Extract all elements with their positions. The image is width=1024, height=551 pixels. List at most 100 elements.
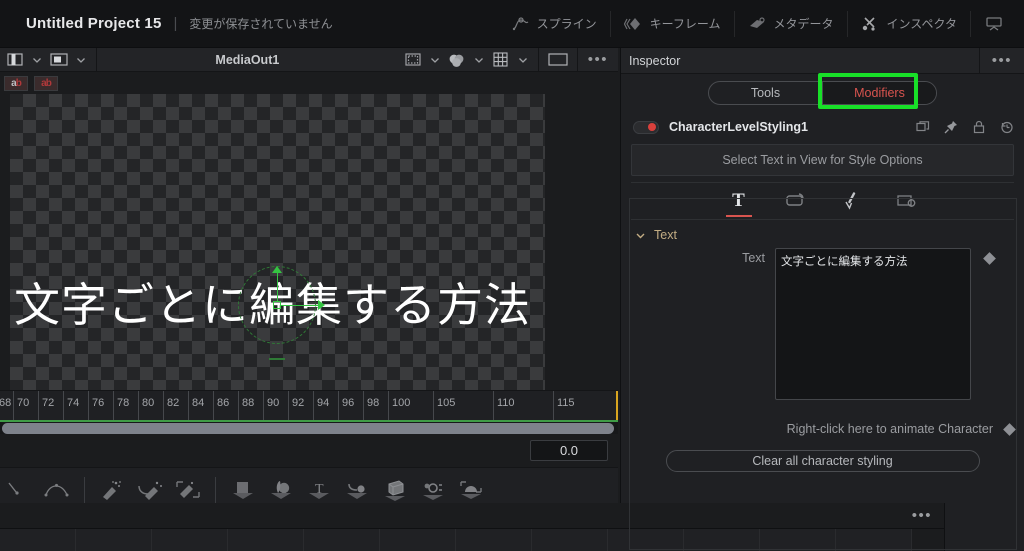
viewer-node-strip: ab ab — [0, 72, 618, 94]
track-cell[interactable] — [684, 529, 760, 551]
shape3d-plane-button[interactable] — [226, 475, 260, 505]
tab-tools[interactable]: Tools — [709, 82, 822, 104]
bottom-left-region: ••• — [0, 503, 945, 551]
ruler-tick-label: 72 — [42, 397, 55, 409]
lock-icon[interactable] — [972, 120, 986, 134]
text-input[interactable]: 文字ごとに編集する方法 — [775, 248, 971, 400]
grid-icon — [493, 52, 508, 67]
track-cell[interactable] — [228, 529, 304, 551]
transform-y-arrow-icon[interactable] — [272, 266, 282, 273]
paint-brush-icon — [844, 192, 855, 210]
bottom-options-menu[interactable]: ••• — [900, 507, 944, 524]
ruler-tick-label: 76 — [92, 397, 105, 409]
toolbar-label-metadata: メタデータ — [773, 17, 834, 31]
transform-center-handle[interactable] — [273, 301, 281, 309]
node-thumbnail-1[interactable]: ab — [4, 75, 28, 91]
animate-hint-row[interactable]: Right-click here to animate Character — [621, 418, 1024, 440]
split-view-button[interactable] — [4, 51, 26, 69]
toolbar-button-spline[interactable]: スプライン — [498, 10, 611, 37]
roi-dropdown[interactable] — [424, 51, 446, 69]
inspector-options-menu[interactable]: ••• — [978, 48, 1024, 73]
pin-icon[interactable] — [944, 120, 958, 134]
chevron-down-icon — [518, 57, 527, 63]
fit-frame-icon — [548, 53, 568, 66]
text-keyframe-diamond-icon[interactable] — [983, 252, 996, 265]
modifier-action-icons — [916, 120, 1014, 134]
cube3d-button[interactable] — [378, 475, 412, 505]
shape3d-sphere-button[interactable] — [264, 475, 298, 505]
modifier-enable-toggle[interactable] — [633, 120, 659, 134]
tab-modifiers[interactable]: Modifiers — [823, 82, 936, 104]
track-cell[interactable] — [380, 529, 456, 551]
light3d-button[interactable] — [416, 475, 450, 505]
ruler-tick-label: 98 — [367, 397, 380, 409]
track-cell[interactable] — [608, 529, 684, 551]
chevron-down-icon — [636, 233, 645, 238]
layout-settings-icon — [896, 195, 915, 207]
viewer-panel: MediaOut1 ••• a b a b 文字ごとに編集する方法 68 70 … — [0, 48, 618, 542]
curve-tool-button[interactable] — [40, 475, 74, 505]
playhead-marker[interactable] — [616, 391, 618, 420]
viewer-fit-controls — [539, 48, 578, 71]
save-status-label: 変更が保存されていません — [189, 17, 333, 31]
text3d-icon: T — [309, 482, 329, 499]
particle-spawn-button[interactable] — [133, 475, 167, 505]
timeline-scrollbar-thumb[interactable] — [2, 422, 614, 434]
toolbar-button-inspector[interactable]: インスペクタ — [848, 10, 971, 37]
shape3d-plane-icon — [233, 481, 253, 499]
viewer-options-menu[interactable]: ••• — [578, 51, 618, 68]
track-cell[interactable] — [456, 529, 532, 551]
track-cell[interactable] — [532, 529, 608, 551]
toolbar-button-metadata[interactable]: メタデータ — [735, 10, 848, 37]
toolbar-button-display[interactable] — [971, 11, 1024, 37]
node-thumbnail-2[interactable]: ab — [34, 75, 58, 91]
text-tab-icon[interactable]: T — [724, 186, 754, 217]
viewer-canvas[interactable]: 文字ごとに編集する方法 — [0, 94, 618, 390]
metadata-icon — [749, 16, 765, 28]
current-time-field[interactable]: 0.0 — [530, 440, 608, 461]
timeline-ruler[interactable]: 68 70 72 74 76 78 80 82 84 86 88 90 92 9… — [0, 390, 618, 420]
fit-to-window-button[interactable] — [543, 51, 573, 69]
camera3d-button[interactable] — [340, 475, 374, 505]
timeline-scrollbar[interactable] — [0, 422, 618, 434]
settings-tab-icon[interactable] — [892, 186, 922, 216]
clear-all-character-styling-button[interactable]: Clear all character styling — [665, 450, 980, 472]
transform-x-arrow-icon[interactable] — [318, 300, 325, 310]
track-cell[interactable] — [836, 529, 912, 551]
reset-icon[interactable] — [1000, 120, 1014, 134]
transform-x-axis[interactable] — [281, 304, 319, 306]
track-cell[interactable] — [304, 529, 380, 551]
toolbar-button-keyframe[interactable]: キーフレーム — [611, 10, 735, 37]
particle-emitter-button[interactable] — [95, 475, 129, 505]
pip-view-button[interactable] — [48, 51, 70, 69]
renderer3d-button[interactable] — [454, 475, 488, 505]
chevron-down-icon — [33, 57, 41, 63]
copy-icon[interactable] — [916, 120, 930, 134]
bottom-track-row — [0, 529, 945, 551]
split-view-dropdown[interactable] — [26, 51, 48, 69]
select-text-hint-bar[interactable]: Select Text in View for Style Options — [631, 144, 1014, 176]
region-of-interest-button[interactable] — [402, 51, 424, 69]
color-channel-button[interactable] — [446, 51, 468, 69]
transform-y-axis[interactable] — [276, 272, 278, 302]
transform-tab-icon[interactable] — [780, 186, 810, 216]
text-section-header[interactable]: Text — [621, 220, 1024, 246]
grid-overlay-dropdown[interactable] — [512, 51, 534, 69]
track-cell[interactable] — [0, 529, 76, 551]
path-tool-button[interactable] — [2, 475, 36, 505]
track-cell[interactable] — [152, 529, 228, 551]
ruler-tick-label: 96 — [342, 397, 355, 409]
pip-view-dropdown[interactable] — [70, 51, 92, 69]
color-channel-dropdown[interactable] — [468, 51, 490, 69]
track-cell[interactable] — [76, 529, 152, 551]
grid-overlay-button[interactable] — [490, 51, 512, 69]
text3d-button[interactable]: T — [302, 475, 336, 505]
brush-tab-icon[interactable] — [836, 186, 866, 216]
particle-emitter-icon — [103, 480, 121, 500]
clear-styling-row: Clear all character styling — [621, 450, 1024, 472]
particle-render-button[interactable] — [171, 475, 205, 505]
bottom-right-region — [945, 503, 1024, 551]
animate-keyframe-diamond-icon[interactable] — [1003, 422, 1016, 436]
track-cell[interactable] — [760, 529, 836, 551]
inspector-header: Inspector ••• — [621, 48, 1024, 74]
